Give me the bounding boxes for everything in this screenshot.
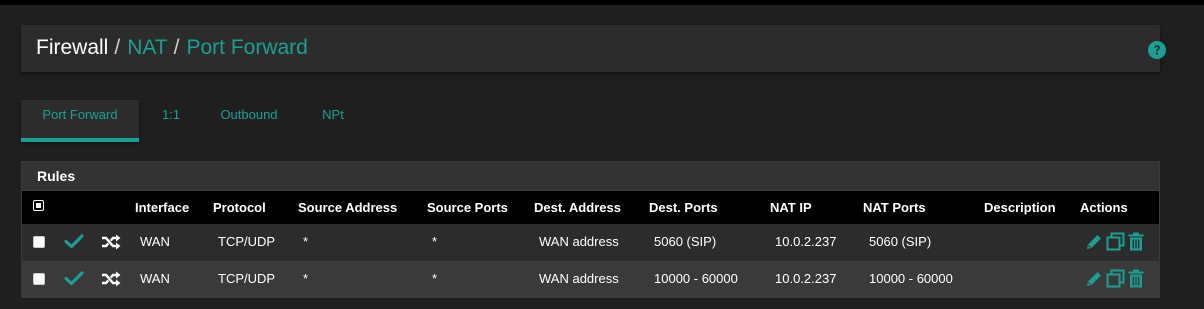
col-dest-address[interactable]: Dest. Address	[534, 200, 621, 215]
col-actions: Actions	[1080, 200, 1128, 215]
edit-pencil-icon[interactable]	[1085, 270, 1103, 288]
breadcrumb-separator: /	[114, 36, 121, 59]
select-all-checkbox[interactable]	[33, 200, 44, 211]
col-source-ports[interactable]: Source Ports	[427, 200, 508, 215]
cell-nat-ports: 5060 (SIP)	[869, 234, 932, 249]
random-shuffle-icon	[102, 234, 121, 250]
rules-title: Rules	[37, 168, 76, 184]
col-protocol[interactable]: Protocol	[213, 200, 266, 215]
tab-one-to-one[interactable]: 1:1	[158, 100, 184, 138]
cell-dest-ports: 5060 (SIP)	[654, 234, 717, 249]
cell-interface: WAN	[140, 234, 170, 249]
cell-protocol: TCP/UDP	[218, 271, 276, 286]
tab-port-forward[interactable]: Port Forward	[21, 100, 139, 142]
col-nat-ip[interactable]: NAT IP	[770, 200, 812, 215]
check-icon[interactable]	[64, 233, 84, 249]
rules-table-header: Interface Protocol Source Address Source…	[22, 191, 1159, 224]
table-row: WAN TCP/UDP * * WAN address 5060 (SIP) 1…	[22, 224, 1159, 260]
check-icon[interactable]	[64, 270, 84, 286]
col-dest-ports[interactable]: Dest. Ports	[649, 200, 718, 215]
col-interface[interactable]: Interface	[135, 200, 189, 215]
col-nat-ports[interactable]: NAT Ports	[863, 200, 926, 215]
row-checkbox[interactable]	[33, 273, 45, 285]
breadcrumb-firewall: Firewall	[36, 36, 109, 59]
tab-npt[interactable]: NPt	[318, 100, 348, 138]
cell-dest-address: WAN address	[539, 271, 619, 286]
cell-nat-ports: 10000 - 60000	[869, 271, 953, 286]
cell-source-address: *	[303, 271, 309, 286]
col-description[interactable]: Description	[984, 200, 1056, 215]
cell-source-address: *	[303, 234, 309, 249]
copy-clone-icon[interactable]	[1106, 269, 1125, 288]
row-checkbox[interactable]	[33, 236, 45, 248]
breadcrumb: Firewall / NAT / Port Forward	[36, 36, 308, 60]
table-row: WAN TCP/UDP * * WAN address 10000 - 6000…	[22, 261, 1159, 297]
cell-source-ports: *	[432, 271, 438, 286]
cell-interface: WAN	[140, 271, 170, 286]
question-circle-icon[interactable]	[1148, 41, 1166, 59]
cell-source-ports: *	[432, 234, 438, 249]
cell-nat-ip: 10.0.2.237	[775, 271, 837, 286]
edit-pencil-icon[interactable]	[1085, 233, 1103, 251]
cell-dest-ports: 10000 - 60000	[654, 271, 738, 286]
breadcrumb-separator: /	[173, 36, 180, 59]
breadcrumb-port-forward-link[interactable]: Port Forward	[186, 36, 307, 59]
top-bar	[0, 0, 1204, 5]
cell-dest-address: WAN address	[539, 234, 619, 249]
breadcrumb-nat-link[interactable]: NAT	[127, 36, 167, 59]
col-source-address[interactable]: Source Address	[298, 200, 397, 215]
breadcrumb-panel: Firewall / NAT / Port Forward	[21, 25, 1166, 72]
random-shuffle-icon	[102, 271, 121, 287]
cell-protocol: TCP/UDP	[218, 234, 276, 249]
tab-outbound[interactable]: Outbound	[217, 100, 281, 138]
delete-trash-icon[interactable]	[1128, 269, 1144, 288]
rules-panel-heading: Rules	[22, 162, 1159, 191]
copy-clone-icon[interactable]	[1106, 232, 1125, 251]
cell-nat-ip: 10.0.2.237	[775, 234, 837, 249]
rules-panel: Rules Interface Protocol Source Address …	[21, 161, 1160, 298]
delete-trash-icon[interactable]	[1128, 232, 1144, 251]
